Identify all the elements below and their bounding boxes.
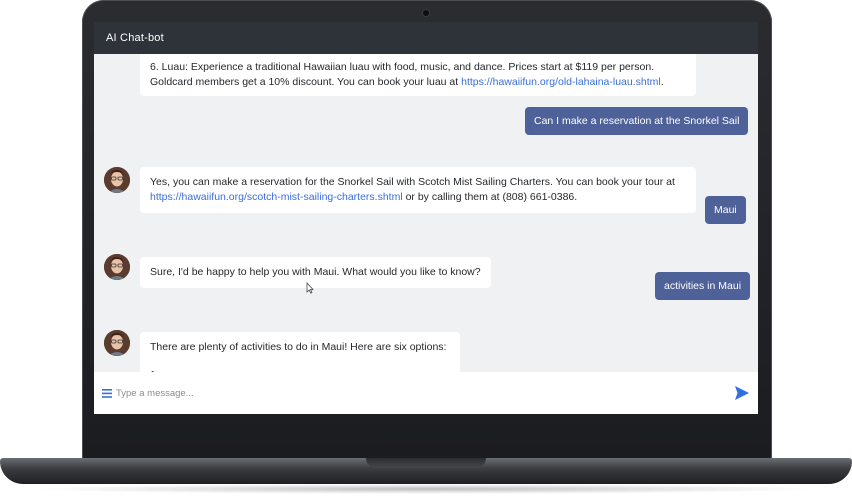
user-message: Can I make a reservation at the Snorkel … [525, 107, 749, 135]
message-list[interactable]: 6. Luau: Experience a traditional Hawaii… [94, 54, 758, 372]
user-message: activities in Maui [655, 272, 751, 300]
webcam [423, 10, 429, 16]
send-icon [735, 386, 749, 400]
window-title: AI Chat-bot [106, 32, 164, 44]
bot-message-line: There are plenty of activities to do in … [150, 341, 447, 353]
bot-message-text: Goldcard members get a 10% discount. You… [150, 76, 462, 88]
bot-message: There are plenty of activities to do in … [140, 332, 460, 372]
bot-avatar [104, 167, 130, 193]
snorkel-link[interactable]: https://hawaiifun.org/scotch-mist-sailin… [150, 191, 403, 203]
bot-message-text: . [660, 76, 664, 88]
mouse-cursor-icon [306, 282, 314, 294]
bot-message-line: Goldcard members get a 10% discount. You… [150, 75, 686, 90]
send-button[interactable] [734, 385, 750, 401]
bot-message-text: or by calling them at (808) 661-0386. [402, 191, 578, 203]
luau-link[interactable]: https://hawaiifun.org/old-lahaina-luau.s… [461, 76, 661, 88]
bot-message: 6. Luau: Experience a traditional Hawaii… [140, 54, 696, 96]
bot-avatar [104, 330, 130, 356]
chat-header: AI Chat-bot [94, 22, 758, 54]
avatar-icon [104, 167, 130, 193]
message-input[interactable] [116, 384, 716, 402]
user-message: Maui [705, 196, 746, 224]
bot-message-line: Yes, you can make a reservation for the … [150, 176, 675, 188]
laptop-shadow [30, 484, 822, 494]
chat-window: AI Chat-bot 6. Luau: Experience a tradit… [94, 22, 758, 414]
avatar-icon [104, 330, 130, 356]
bot-message: Sure, I'd be happy to help you with Maui… [140, 257, 491, 288]
bot-message: Yes, you can make a reservation for the … [140, 167, 696, 213]
avatar-icon [104, 254, 130, 280]
bot-message-line: 6. Luau: Experience a traditional Hawaii… [150, 61, 655, 73]
bot-avatar [104, 254, 130, 280]
laptop-notch [366, 458, 486, 468]
bot-message-line: https://hawaiifun.org/scotch-mist-sailin… [150, 190, 686, 205]
message-input-bar [94, 372, 758, 414]
menu-icon[interactable] [102, 389, 112, 398]
